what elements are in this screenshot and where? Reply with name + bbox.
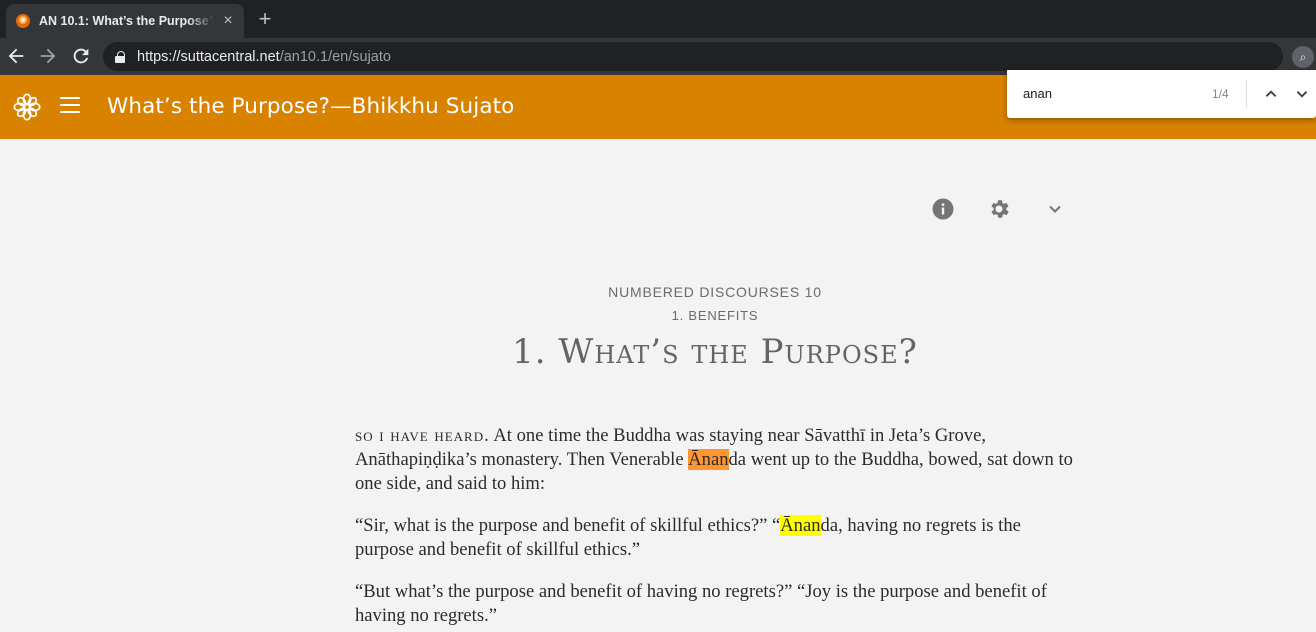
page-title: What’s the Purpose?—Bhikkhu Sujato — [107, 94, 515, 119]
url-path: /an10.1/en/sujato — [279, 48, 391, 65]
evam-opening: So I have heard. — [355, 425, 490, 446]
paragraph-2: “Sir, what is the purpose and benefit of… — [355, 514, 1075, 562]
url-host: suttacentral.net — [180, 48, 280, 65]
new-tab-button[interactable]: + — [256, 8, 274, 30]
lock-icon — [115, 50, 125, 63]
browser-tab[interactable]: ✺ AN 10.1: What’s the Purpose?—Bhikkhu S… — [6, 4, 244, 38]
gear-icon[interactable] — [987, 197, 1011, 221]
find-bar: anan 1/4 — [1007, 70, 1316, 118]
text-span: “Sir, what is the purpose and benefit of… — [355, 515, 781, 536]
menu-icon[interactable] — [60, 97, 80, 115]
find-next-icon[interactable] — [1291, 83, 1313, 105]
back-button[interactable] — [5, 45, 27, 67]
reload-button[interactable] — [70, 45, 92, 67]
forward-button[interactable] — [37, 45, 59, 67]
address-bar[interactable]: https://suttacentral.net/an10.1/en/sujat… — [103, 42, 1283, 71]
url-text: https://suttacentral.net/an10.1/en/sujat… — [137, 49, 391, 65]
active-search-match: Ānan — [688, 449, 729, 470]
find-divider — [1246, 80, 1247, 108]
tab-title: AN 10.1: What’s the Purpose?—Bhikkhu Suj… — [39, 14, 215, 28]
paragraph-1: So I have heard. At one time the Buddha … — [355, 424, 1075, 496]
suttacentral-logo-icon[interactable] — [13, 93, 41, 121]
url-scheme: https:// — [137, 48, 181, 65]
search-match: Ānan — [780, 515, 821, 536]
tab-strip: ✺ AN 10.1: What’s the Purpose?—Bhikkhu S… — [0, 0, 1316, 38]
back-arrow-icon — [8, 48, 24, 64]
sutta-title: 1. What’s the Purpose? — [512, 332, 918, 372]
tab-close-icon[interactable]: × — [220, 13, 236, 29]
find-match-count: 1/4 — [1212, 87, 1229, 101]
forward-arrow-icon — [40, 48, 56, 64]
chevron-down-icon[interactable] — [1043, 197, 1067, 221]
find-previous-icon[interactable] — [1260, 83, 1282, 105]
division-heading: Numbered Discourses 10 — [608, 284, 822, 300]
find-in-page-icon[interactable]: ⌕ — [1292, 46, 1314, 68]
favicon-icon: ✺ — [16, 14, 30, 28]
find-input[interactable]: anan — [1023, 86, 1052, 101]
paragraph-3: “But what’s the purpose and benefit of h… — [355, 581, 1047, 626]
info-icon[interactable] — [931, 197, 955, 221]
subdivision-heading: 1. Benefits — [671, 308, 759, 323]
reload-icon — [73, 48, 89, 64]
sutta-text: So I have heard. At one time the Buddha … — [355, 424, 1075, 632]
